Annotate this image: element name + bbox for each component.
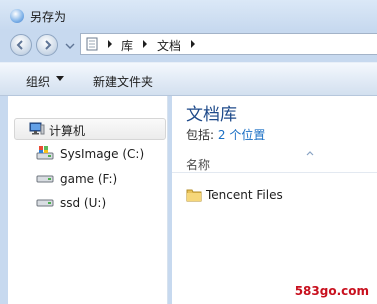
recent-pages-dropdown-icon[interactable] — [63, 38, 77, 54]
breadcrumb-separator-icon[interactable] — [189, 39, 197, 49]
forward-arrow-icon — [45, 40, 52, 50]
breadcrumb-separator-icon[interactable] — [141, 39, 149, 49]
library-content-pane: 文档库 包括: 2 个位置 名称 Tencent Files — [172, 96, 377, 304]
nav-drive-label: ssd (U:) — [60, 196, 107, 210]
folder-icon — [186, 189, 202, 202]
column-header-name[interactable]: 名称 — [186, 156, 210, 173]
breadcrumb-documents[interactable]: 文档 — [157, 37, 181, 54]
nav-drive-label: SysImage (C:) — [60, 147, 145, 161]
includes-label: 包括: — [186, 128, 215, 142]
nav-item-drive-u[interactable]: ssd (U:) — [36, 192, 166, 214]
nav-item-drive-f[interactable]: game (F:) — [36, 168, 166, 190]
new-folder-button[interactable]: 新建文件夹 — [93, 73, 153, 90]
address-bar[interactable]: 库 文档 — [80, 33, 377, 55]
library-includes: 包括: 2 个位置 — [186, 126, 265, 143]
forward-button[interactable] — [36, 34, 58, 56]
navigation-pane: 计算机 SysImage (C:) game (F:) ssd (U:) — [8, 96, 168, 304]
nav-item-computer[interactable]: 计算机 — [14, 118, 166, 140]
breadcrumb-library[interactable]: 库 — [121, 37, 133, 54]
library-title: 文档库 — [186, 105, 237, 125]
command-toolbar: 组织 新建文件夹 — [0, 62, 377, 96]
breadcrumb-separator-icon[interactable] — [106, 39, 114, 49]
computer-icon — [29, 122, 45, 135]
nav-drive-label: game (F:) — [60, 172, 118, 186]
drive-icon — [36, 199, 54, 207]
system-drive-icon — [36, 146, 54, 160]
drive-icon — [36, 175, 54, 183]
watermark: 583go.com — [294, 284, 369, 298]
column-divider — [172, 172, 377, 173]
nav-item-drive-c[interactable]: SysImage (C:) — [36, 143, 166, 165]
back-arrow-icon — [16, 40, 23, 50]
file-name: Tencent Files — [206, 188, 283, 202]
window-title: 另存为 — [30, 10, 67, 24]
nav-computer-label: 计算机 — [49, 124, 86, 138]
sort-ascending-icon — [306, 151, 314, 156]
save-as-icon — [10, 9, 24, 23]
chevron-down-icon[interactable] — [56, 76, 64, 82]
back-button[interactable] — [10, 34, 32, 56]
library-location-icon — [86, 37, 98, 51]
organize-button[interactable]: 组织 — [26, 73, 50, 90]
locations-link[interactable]: 2 个位置 — [218, 128, 265, 142]
list-item[interactable]: Tencent Files — [186, 186, 366, 206]
title-bar: 另存为 — [0, 0, 377, 30]
